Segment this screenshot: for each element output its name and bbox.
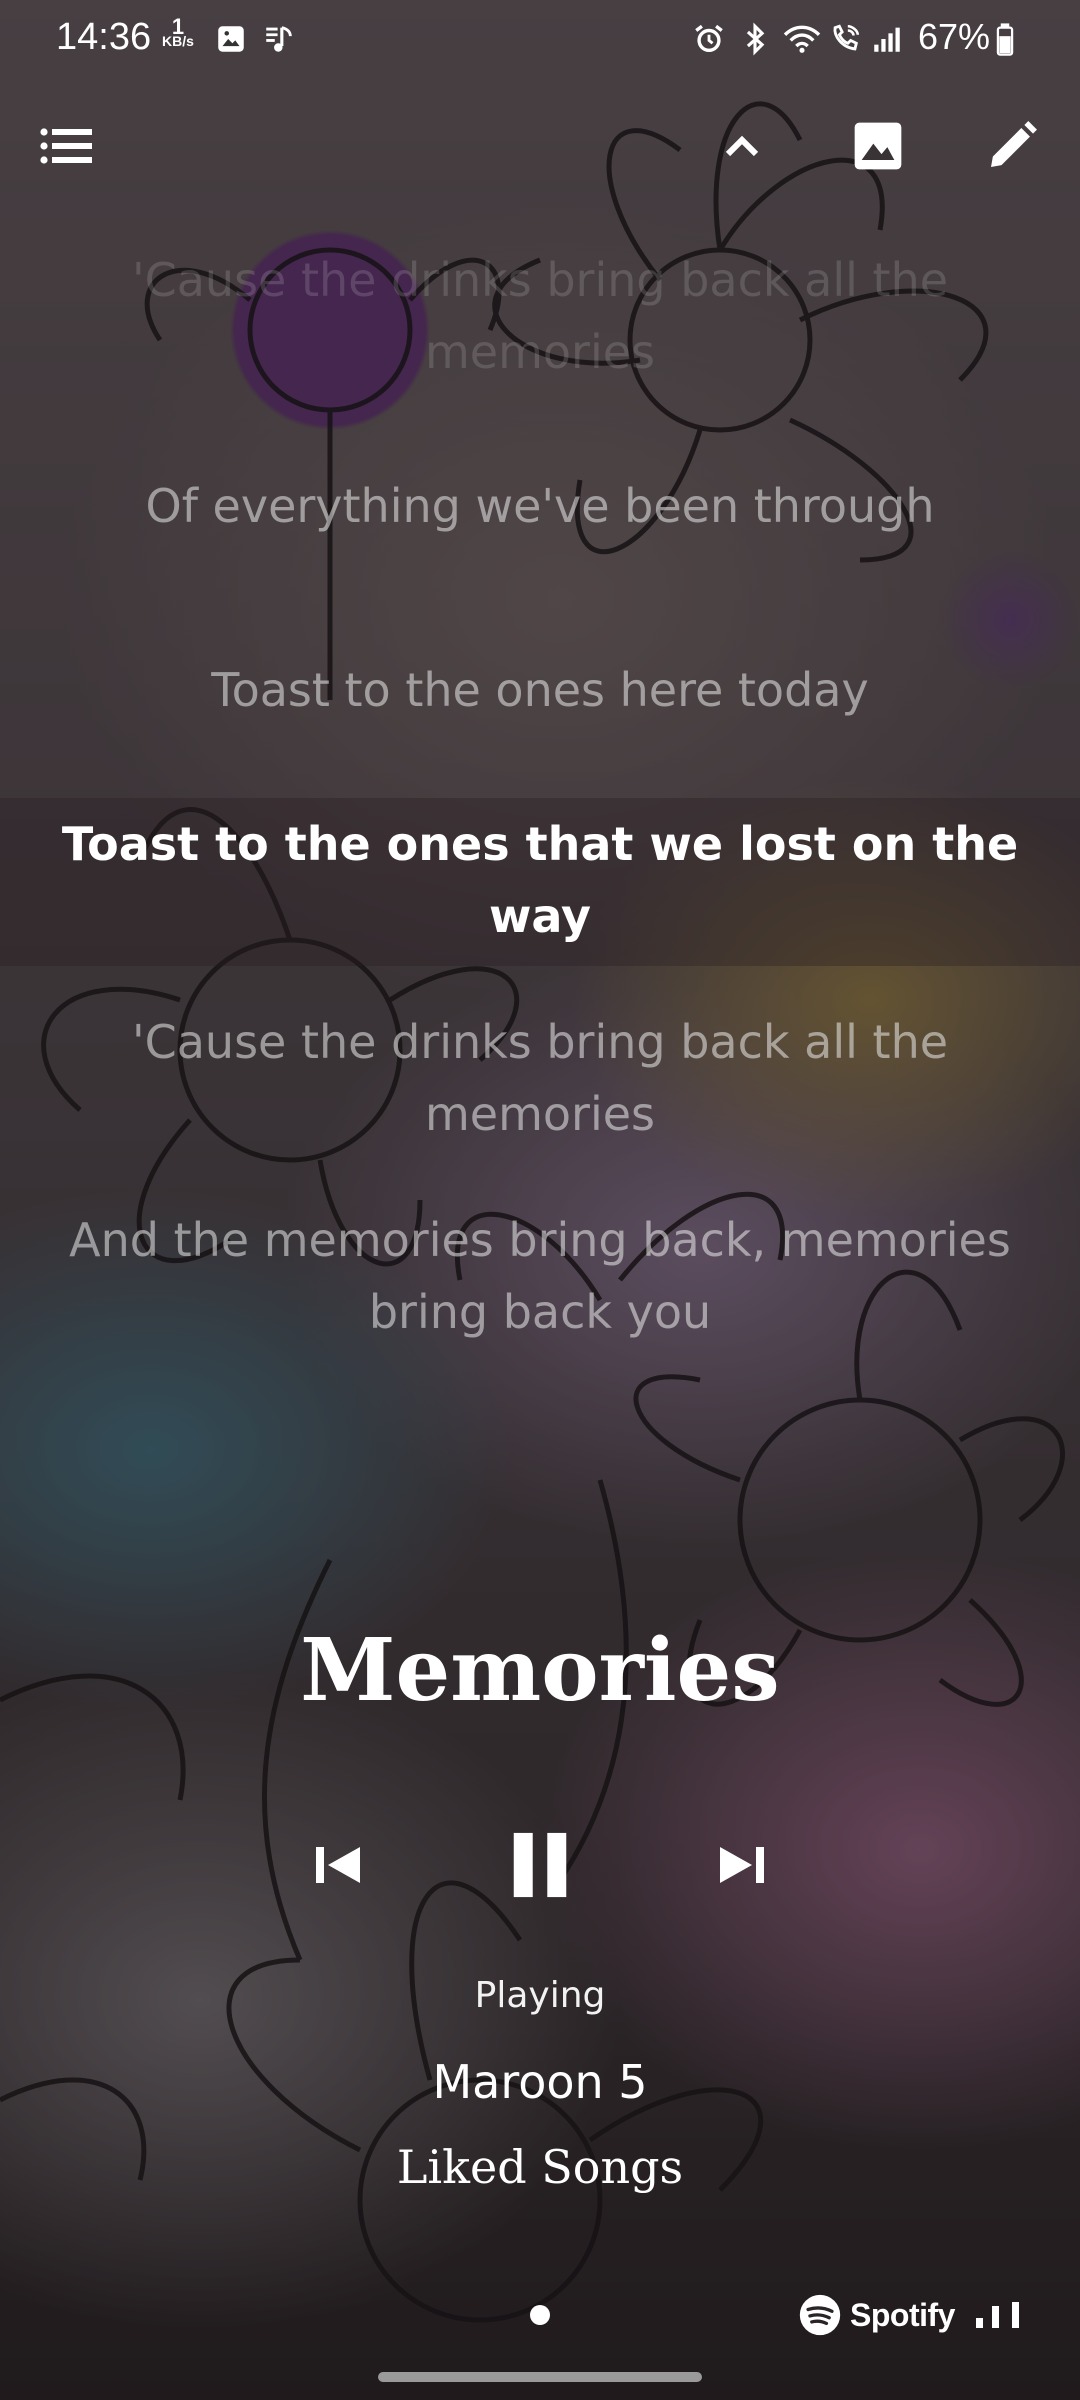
page-indicator-dot [530,2305,550,2325]
music-notification-icon [266,26,292,52]
skip-previous-icon [316,1847,360,1883]
pause-button[interactable] [500,1820,580,1910]
collapse-button[interactable] [706,110,778,182]
lyric-line[interactable]: Of everything we've been through [40,470,1040,542]
edit-icon [991,121,1037,167]
background-image-button[interactable] [842,110,914,182]
song-title: Memories [300,1620,780,1721]
gesture-navigation-handle[interactable] [378,2372,702,2382]
battery-percent: 67% [918,16,991,57]
network-speed: 1 KB/s [162,14,194,49]
menu-button[interactable] [32,110,104,182]
spotify-label: Spotify [850,2296,955,2333]
lyric-line[interactable]: 'Cause the drinks bring back all the mem… [40,244,1040,388]
spotify-brand[interactable]: Spotify [798,2290,955,2340]
playlist-name: Liked Songs [396,2140,684,2194]
status-bar: 14:36 1 KB/s 67% [0,0,1080,80]
status-time: 14:36 [56,16,152,58]
artist-name: Maroon 5 [432,2055,648,2109]
menu-icon [40,128,92,164]
signal-icon [874,27,900,52]
pause-icon [513,1832,567,1898]
edit-lyrics-button[interactable] [976,110,1048,182]
lyric-line[interactable]: 'Cause the drinks bring back all the mem… [40,1006,1040,1150]
chevron-up-icon [725,135,759,157]
playback-status: Playing [474,1975,606,2016]
lyrics-player-screen: 14:36 1 KB/s 67% 'Cause the drinks bring… [0,0,1080,2400]
image-icon [854,122,902,170]
alarm-icon [695,24,723,53]
wifi-calling-icon [833,24,860,51]
lyric-line[interactable]: Toast to the ones here today [40,654,1040,726]
equalizer-icon[interactable] [976,2302,1022,2328]
network-speed-value: 1 [171,14,185,39]
bluetooth-icon [746,22,765,56]
current-lyric-line[interactable]: Toast to the ones that we lost on the wa… [40,808,1040,952]
next-button[interactable] [702,1820,782,1910]
skip-next-icon [720,1847,764,1883]
gallery-notification-icon [218,26,244,52]
previous-button[interactable] [298,1820,378,1910]
network-speed-unit: KB/s [162,33,194,49]
spotify-logo-icon [799,2294,841,2336]
wifi-icon [783,25,821,53]
battery-icon [996,23,1014,56]
lyric-line[interactable]: And the memories bring back, memories br… [40,1204,1040,1348]
